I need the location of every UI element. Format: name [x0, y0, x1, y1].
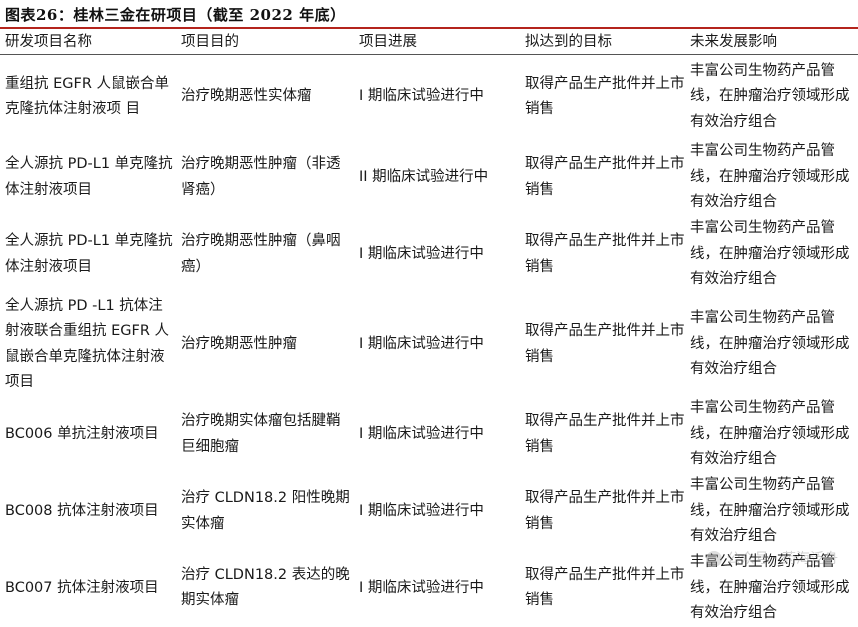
- watermark-text: 公众号 · 药海泛舟: [726, 551, 838, 567]
- future-impact-cell: 丰富公司生物药产品管线，在肿瘤治疗领域形成有效治疗组合: [690, 310, 850, 378]
- target-goal-cell: 取得产品生产批件并上市销售: [525, 156, 685, 198]
- header-project-purpose: 项目目的: [176, 30, 354, 55]
- figure-title: 图表26：桂林三金在研项目（截至 2022 年底）: [5, 6, 346, 24]
- project-progress-cell: I 期临床试验进行中: [359, 88, 484, 105]
- table-row: 重组抗 EGFR 人鼠嵌合单克隆抗体注射液项 目 治疗晚期恶性实体瘤 I 期临床…: [0, 55, 858, 140]
- projects-table: 研发项目名称 项目目的 项目进展 拟达到的目标 未来发展影响 重组抗 EGFR …: [0, 30, 858, 627]
- header-project-progress: 项目进展: [354, 30, 520, 55]
- project-progress-cell: I 期临床试验进行中: [359, 245, 484, 262]
- project-name-cell: BC007 抗体注射液项目: [5, 579, 159, 596]
- future-impact-cell: 丰富公司生物药产品管线，在肿瘤治疗领域形成有效治疗组合: [690, 400, 850, 468]
- project-name-cell: 全人源抗 PD -L1 抗体注射液联合重组抗 EGFR 人鼠嵌合单克隆抗体注射液…: [5, 297, 170, 391]
- project-name-cell: 全人源抗 PD-L1 单克隆抗体注射液项目: [5, 233, 173, 275]
- project-progress-cell: I 期临床试验进行中: [359, 502, 484, 519]
- project-purpose-cell: 治疗晚期恶性实体瘤: [181, 88, 312, 105]
- table-row: 全人源抗 PD-L1 单克隆抗体注射液项目 治疗晚期恶性肿瘤（鼻咽癌） I 期临…: [0, 216, 858, 293]
- project-purpose-cell: 治疗 CLDN18.2 阳性晚期实体瘤: [181, 490, 350, 532]
- title-divider: [0, 27, 858, 29]
- project-name-cell: BC008 抗体注射液项目: [5, 502, 159, 519]
- target-goal-cell: 取得产品生产批件并上市销售: [525, 490, 685, 532]
- project-name-cell: 全人源抗 PD-L1 单克隆抗体注射液项目: [5, 156, 173, 198]
- wechat-logo-icon: [705, 551, 722, 567]
- project-purpose-cell: 治疗 CLDN18.2 表达的晚期实体瘤: [181, 566, 350, 609]
- project-progress-cell: I 期临床试验进行中: [359, 579, 484, 596]
- future-impact-cell: 丰富公司生物药产品管线，在肿瘤治疗领域形成有效治疗组合: [690, 477, 850, 545]
- table-row: 全人源抗 PD -L1 抗体注射液联合重组抗 EGFR 人鼠嵌合单克隆抗体注射液…: [0, 293, 858, 396]
- target-goal-cell: 取得产品生产批件并上市销售: [525, 413, 685, 455]
- header-future-impact: 未来发展影响: [685, 30, 858, 55]
- project-progress-cell: I 期临床试验进行中: [359, 425, 484, 442]
- header-project-name: 研发项目名称: [0, 30, 176, 55]
- target-goal-cell: 取得产品生产批件并上市销售: [525, 566, 685, 609]
- project-name-cell: 重组抗 EGFR 人鼠嵌合单克隆抗体注射液项 目: [5, 75, 170, 118]
- project-name-cell: BC006 单抗注射液项目: [5, 425, 159, 442]
- table-header-row: 研发项目名称 项目目的 项目进展 拟达到的目标 未来发展影响: [0, 30, 858, 55]
- future-impact-cell: 丰富公司生物药产品管线，在肿瘤治疗领域形成有效治疗组合: [690, 143, 850, 211]
- target-goal-cell: 取得产品生产批件并上市销售: [525, 233, 685, 275]
- header-target-goal: 拟达到的目标: [520, 30, 685, 55]
- project-progress-cell: I 期临床试验进行中: [359, 335, 484, 352]
- target-goal-cell: 取得产品生产批件并上市销售: [525, 75, 685, 118]
- future-impact-cell: 丰富公司生物药产品管线，在肿瘤治疗领域形成有效治疗组合: [690, 62, 850, 130]
- future-impact-cell: 丰富公司生物药产品管线，在肿瘤治疗领域形成有效治疗组合: [690, 220, 850, 288]
- table-row: 全人源抗 PD-L1 单克隆抗体注射液项目 治疗晚期恶性肿瘤（非透肾癌） II …: [0, 139, 858, 216]
- watermark: 公众号 · 药海泛舟: [705, 548, 838, 568]
- project-purpose-cell: 治疗晚期恶性肿瘤: [181, 335, 297, 352]
- project-purpose-cell: 治疗晚期实体瘤包括腱鞘巨细胞瘤: [181, 413, 341, 455]
- project-purpose-cell: 治疗晚期恶性肿瘤（鼻咽癌）: [181, 233, 341, 275]
- table-row: BC008 抗体注射液项目 治疗 CLDN18.2 阳性晚期实体瘤 I 期临床试…: [0, 473, 858, 550]
- table-row: BC006 单抗注射液项目 治疗晚期实体瘤包括腱鞘巨细胞瘤 I 期临床试验进行中…: [0, 396, 858, 473]
- project-progress-cell: II 期临床试验进行中: [359, 168, 489, 185]
- project-purpose-cell: 治疗晚期恶性肿瘤（非透肾癌）: [181, 156, 341, 198]
- target-goal-cell: 取得产品生产批件并上市销售: [525, 323, 685, 365]
